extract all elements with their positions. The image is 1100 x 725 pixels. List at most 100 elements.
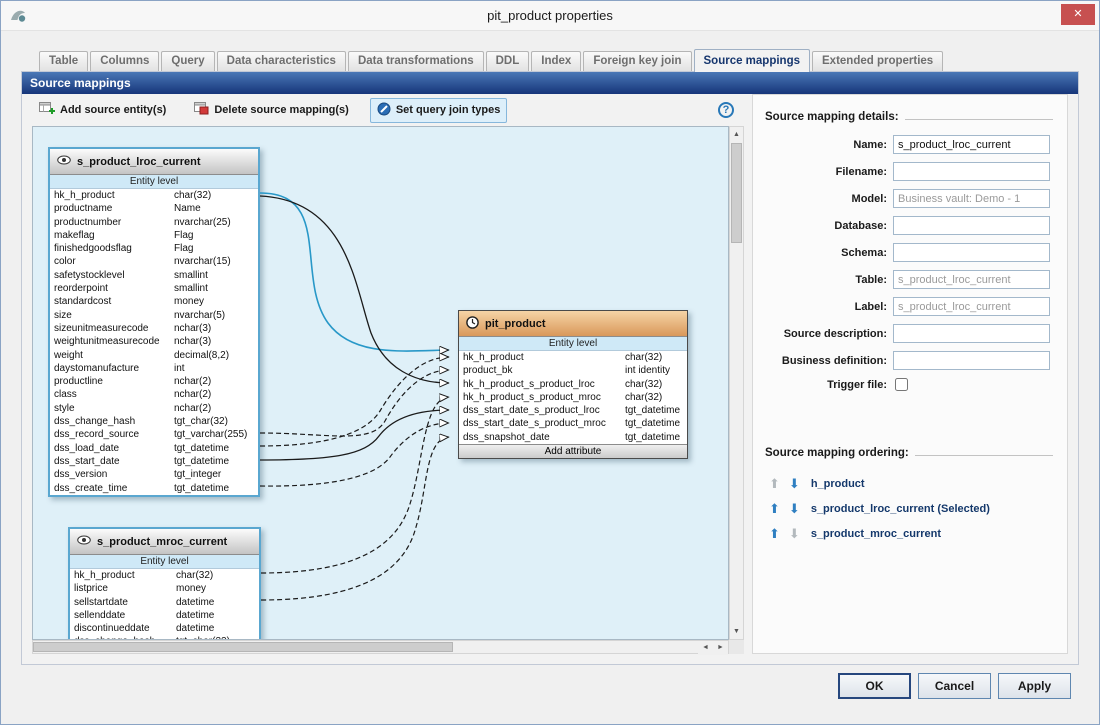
entity-column-row[interactable]: listpricemoney xyxy=(70,582,259,595)
entity-column-row[interactable]: dss_start_date_s_product_mroctgt_datetim… xyxy=(459,417,687,430)
window-title: pit_product properties xyxy=(1,8,1099,23)
name-field[interactable] xyxy=(893,135,1050,154)
move-up-icon[interactable]: ⬆ xyxy=(769,502,780,515)
delete-source-mapping-button[interactable]: Delete source mapping(s) xyxy=(187,98,355,122)
source-description-field[interactable] xyxy=(893,324,1050,343)
tab-ddl[interactable]: DDL xyxy=(486,51,530,71)
entity-header[interactable]: s_product_mroc_current xyxy=(70,529,259,555)
apply-button[interactable]: Apply xyxy=(998,673,1071,699)
horizontal-scroll-track[interactable] xyxy=(453,641,698,653)
entity-column-row[interactable]: hk_h_productchar(32) xyxy=(459,351,687,364)
ok-button[interactable]: OK xyxy=(838,673,911,699)
business-definition-label: Business definition: xyxy=(765,355,893,367)
entity-header[interactable]: s_product_lroc_current xyxy=(50,149,258,175)
entity-column-row[interactable]: daystomanufactureint xyxy=(50,362,258,375)
scroll-up-button[interactable]: ▲ xyxy=(730,127,743,142)
entity-column-row[interactable]: dss_start_datetgt_datetime xyxy=(50,455,258,468)
ordering-item-label: s_product_lroc_current (Selected) xyxy=(811,503,990,515)
tab-index[interactable]: Index xyxy=(531,51,581,71)
column-type: nvarchar(15) xyxy=(174,255,258,268)
entity-column-row[interactable]: sizeunitmeasurecodenchar(3) xyxy=(50,322,258,335)
entity-column-row[interactable]: dss_record_sourcetgt_varchar(255) xyxy=(50,428,258,441)
entity-title: s_product_lroc_current xyxy=(77,156,200,168)
entity-column-row[interactable]: dss_create_timetgt_datetime xyxy=(50,482,258,495)
vertical-scroll-thumb[interactable] xyxy=(731,143,742,243)
entity-column-row[interactable]: standardcostmoney xyxy=(50,295,258,308)
tab-foreign-key-join[interactable]: Foreign key join xyxy=(583,51,691,71)
entity-s_product_lroc_current[interactable]: s_product_lroc_currentEntity levelhk_h_p… xyxy=(48,147,260,497)
entity-column-row[interactable]: hk_h_productchar(32) xyxy=(70,569,259,582)
entity-column-row[interactable]: colornvarchar(15) xyxy=(50,255,258,268)
entity-column-row[interactable]: dss_load_datetgt_datetime xyxy=(50,442,258,455)
entity-column-row[interactable]: dss_change_hashtgt_char(32) xyxy=(50,415,258,428)
move-up-icon[interactable]: ⬆ xyxy=(769,527,780,540)
trigger-file-label: Trigger file: xyxy=(765,379,893,391)
entity-column-row[interactable]: safetystocklevelsmallint xyxy=(50,269,258,282)
entity-column-row[interactable]: productnumbernvarchar(25) xyxy=(50,216,258,229)
vertical-scrollbar[interactable]: ▲ ▼ xyxy=(729,126,744,640)
scrollbar-corner xyxy=(729,640,744,654)
entity-s_product_mroc_current[interactable]: s_product_mroc_currentEntity levelhk_h_p… xyxy=(68,527,261,640)
entity-column-row[interactable]: hk_h_product_s_product_lrocchar(32) xyxy=(459,378,687,391)
entity-column-row[interactable]: hk_h_product_s_product_mrocchar(32) xyxy=(459,391,687,404)
schema-field[interactable] xyxy=(893,243,1050,262)
entity-column-row[interactable]: productlinenchar(2) xyxy=(50,375,258,388)
trigger-file-checkbox[interactable] xyxy=(895,378,908,391)
entity-column-row[interactable]: makeflagFlag xyxy=(50,229,258,242)
entity-column-row[interactable]: dss_start_date_s_product_lroctgt_datetim… xyxy=(459,404,687,417)
column-name: standardcost xyxy=(54,295,174,308)
column-type: smallint xyxy=(174,282,258,295)
tab-data-characteristics[interactable]: Data characteristics xyxy=(217,51,346,71)
set-query-join-types-button[interactable]: Set query join types xyxy=(370,98,508,123)
column-type: nchar(2) xyxy=(174,402,258,415)
entity-column-row[interactable]: productnameName xyxy=(50,202,258,215)
entity-header[interactable]: pit_product xyxy=(459,311,687,337)
entity-column-row[interactable]: classnchar(2) xyxy=(50,388,258,401)
toolbar: Add source entity(s) Delete source mappi… xyxy=(22,94,748,126)
scroll-right-button[interactable]: ► xyxy=(713,641,728,655)
business-definition-field[interactable] xyxy=(893,351,1050,370)
entity-column-row[interactable]: hk_h_productchar(32) xyxy=(50,189,258,202)
source-description-label: Source description: xyxy=(765,328,893,340)
scroll-left-button[interactable]: ◄ xyxy=(698,641,713,655)
entity-column-row[interactable]: sellstartdatedatetime xyxy=(70,596,259,609)
tab-query[interactable]: Query xyxy=(161,51,214,71)
help-button[interactable]: ? xyxy=(718,102,734,118)
move-down-icon[interactable]: ⬇ xyxy=(789,477,800,490)
entity-column-row[interactable]: dss_snapshot_datetgt_datetime xyxy=(459,431,687,444)
entity-column-row[interactable]: sellenddatedatetime xyxy=(70,609,259,622)
entity-column-row[interactable]: finishedgoodsflagFlag xyxy=(50,242,258,255)
entity-column-row[interactable]: sizenvarchar(5) xyxy=(50,309,258,322)
column-type: datetime xyxy=(176,622,259,635)
entity-column-row[interactable]: product_bkint identity xyxy=(459,364,687,377)
entity-column-row[interactable]: weightunitmeasurecodenchar(3) xyxy=(50,335,258,348)
add-source-entity-button[interactable]: Add source entity(s) xyxy=(32,98,173,122)
column-type: tgt_datetime xyxy=(174,442,258,455)
model-field xyxy=(893,189,1050,208)
scroll-down-button[interactable]: ▼ xyxy=(730,624,743,639)
cancel-button[interactable]: Cancel xyxy=(918,673,991,699)
add-attribute-button[interactable]: Add attribute xyxy=(459,444,687,458)
filename-field[interactable] xyxy=(893,162,1050,181)
horizontal-scroll-thumb[interactable] xyxy=(33,642,453,652)
tab-source-mappings[interactable]: Source mappings xyxy=(694,49,811,72)
tab-extended-properties[interactable]: Extended properties xyxy=(812,51,943,71)
tab-data-transformations[interactable]: Data transformations xyxy=(348,51,484,71)
ordering-title: Source mapping ordering: xyxy=(765,447,1053,459)
entity-column-row[interactable]: weightdecimal(8,2) xyxy=(50,349,258,362)
column-type: money xyxy=(176,582,259,595)
entity-column-row[interactable]: dss_versiontgt_integer xyxy=(50,468,258,481)
database-field[interactable] xyxy=(893,216,1050,235)
entity-column-row[interactable]: discontinueddatedatetime xyxy=(70,622,259,635)
move-down-icon[interactable]: ⬇ xyxy=(789,502,800,515)
column-name: dss_start_date xyxy=(54,455,174,468)
entity-pit_product[interactable]: pit_productEntity levelhk_h_productchar(… xyxy=(458,310,688,459)
entity-column-row[interactable]: stylenchar(2) xyxy=(50,402,258,415)
diagram-canvas[interactable]: s_product_lroc_currentEntity levelhk_h_p… xyxy=(32,126,729,640)
entity-column-row[interactable]: reorderpointsmallint xyxy=(50,282,258,295)
tab-columns[interactable]: Columns xyxy=(90,51,159,71)
horizontal-scrollbar[interactable]: ◄ ► xyxy=(32,640,729,654)
close-button[interactable]: ✕ xyxy=(1061,4,1095,25)
column-type: char(32) xyxy=(176,569,259,582)
tab-table[interactable]: Table xyxy=(39,51,88,71)
